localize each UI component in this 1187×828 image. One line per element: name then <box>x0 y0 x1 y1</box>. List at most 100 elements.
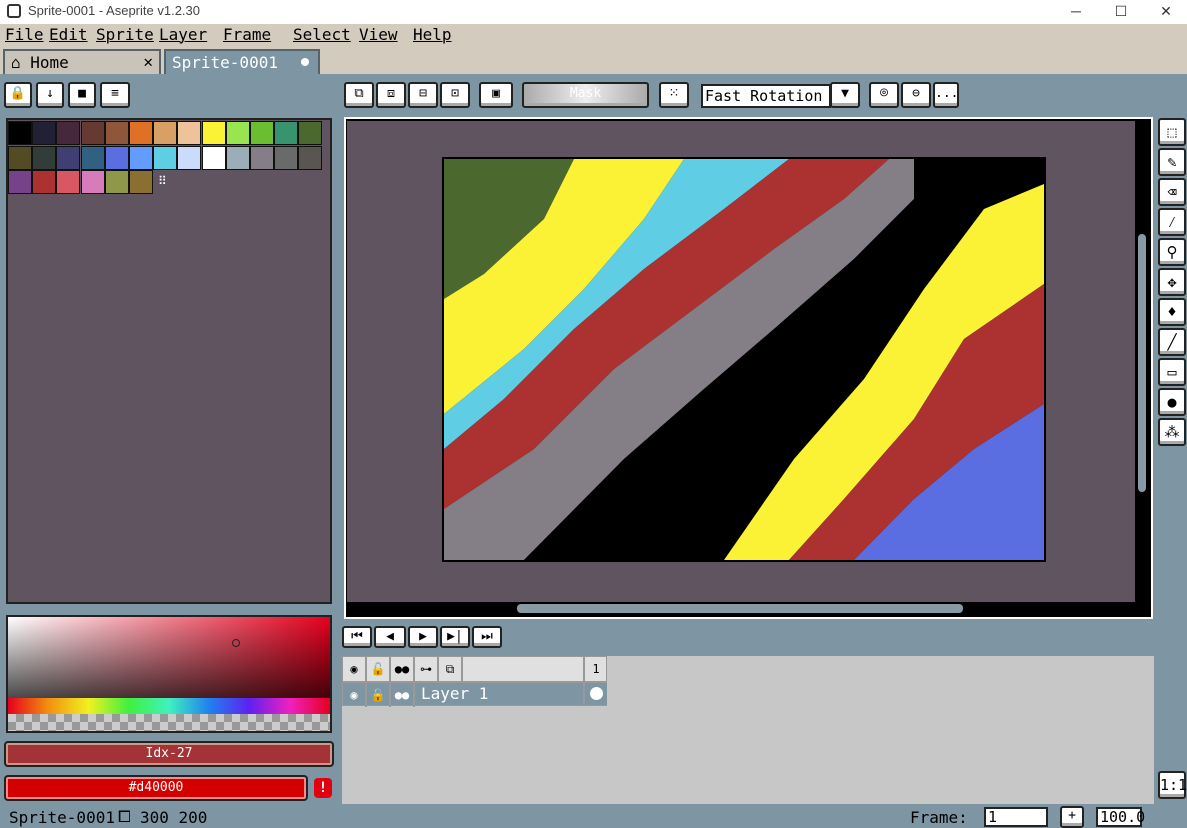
previous-frame-icon[interactable]: ◀ <box>374 626 406 648</box>
maximize-button[interactable]: ☐ <box>1098 0 1144 24</box>
palette-swatch[interactable] <box>225 121 250 145</box>
continuous-header-icon[interactable]: ●● <box>391 657 415 681</box>
chevron-down-icon[interactable]: ▼ <box>830 82 860 108</box>
frame-header[interactable]: 1 <box>583 657 607 681</box>
selection-intersect-icon[interactable]: ⊡ <box>440 82 470 108</box>
layer-visibility-icon[interactable]: ◉ <box>343 683 367 707</box>
palette-swatch[interactable] <box>32 170 57 194</box>
palette-swatch[interactable] <box>8 170 32 194</box>
menu-help[interactable]: Help <box>413 25 452 44</box>
layer-name[interactable]: Layer 1 <box>421 684 488 703</box>
layers-header-icon[interactable]: ⊶ <box>415 657 439 681</box>
layer-continuous-icon[interactable]: ●● <box>391 683 415 707</box>
palette-swatch[interactable] <box>250 145 274 170</box>
frame-input[interactable]: 1 <box>984 807 1048 827</box>
tab-sprite[interactable]: Sprite-0001 <box>164 49 320 74</box>
alpha-slider[interactable] <box>8 714 330 731</box>
menu-frame[interactable]: Frame <box>223 25 271 44</box>
selection-replace-icon[interactable]: ⧉ <box>344 82 374 108</box>
line-tool-icon[interactable]: ╱ <box>1158 328 1186 356</box>
sort-down-icon[interactable]: ↓ <box>36 82 64 108</box>
palette-swatch[interactable] <box>153 121 178 145</box>
palette-swatch[interactable] <box>129 170 153 194</box>
lock-header-icon[interactable]: 🔓 <box>367 657 391 681</box>
palette-swatch[interactable] <box>274 145 299 170</box>
cancel-transform-icon[interactable]: ⊖ <box>901 82 931 108</box>
menu-file[interactable]: File <box>5 25 44 44</box>
palette-swatch[interactable] <box>56 170 81 194</box>
sprite-canvas[interactable] <box>442 157 1046 562</box>
vertical-scrollbar[interactable] <box>1138 234 1146 492</box>
minimize-button[interactable]: ─ <box>1053 0 1099 24</box>
palette-swatch[interactable] <box>104 170 129 194</box>
drop-pixels-icon[interactable]: ⌾ <box>869 82 899 108</box>
paint-bucket-tool-icon[interactable]: ♦ <box>1158 298 1186 326</box>
palette-swatch[interactable] <box>104 121 129 145</box>
selection-subtract-icon[interactable]: ⊟ <box>408 82 438 108</box>
menu-edit[interactable]: Edit <box>49 25 88 44</box>
color-index-button[interactable]: Idx-27 <box>4 741 334 767</box>
palette-swatch[interactable] <box>250 121 274 145</box>
hue-slider[interactable] <box>8 698 330 714</box>
palette-swatch[interactable] <box>201 145 226 170</box>
cel-cell[interactable] <box>583 683 607 705</box>
palette-swatch[interactable] <box>225 145 250 170</box>
horizontal-scrollbar[interactable] <box>517 604 963 613</box>
first-frame-icon[interactable]: ⏮ <box>342 626 372 648</box>
layer-row[interactable]: ◉ 🔓 ●● Layer 1 <box>342 682 607 707</box>
actual-size-button[interactable]: 1:1 <box>1158 771 1187 799</box>
palette-swatch[interactable] <box>129 145 153 170</box>
next-frame-icon[interactable]: ▶| <box>440 626 470 648</box>
tab-home[interactable]: ⌂ Home ✕ <box>3 49 161 74</box>
rotation-algorithm-select[interactable]: Fast Rotation <box>701 84 831 108</box>
zoom-input[interactable]: 100.0 <box>1096 807 1145 827</box>
visibility-header-icon[interactable]: ◉ <box>343 657 367 681</box>
color-hex-button[interactable]: #d40000 <box>4 775 308 801</box>
more-options-button[interactable]: ... <box>933 82 959 108</box>
rectangle-tool-icon[interactable]: ▭ <box>1158 358 1186 386</box>
contour-tool-icon[interactable]: ● <box>1158 388 1186 416</box>
last-frame-icon[interactable]: ⏭ <box>472 626 502 648</box>
palette-swatch[interactable] <box>80 121 105 145</box>
pivot-icon[interactable]: ⁙ <box>659 82 689 108</box>
move-tool-icon[interactable]: ✥ <box>1158 268 1186 296</box>
menu-select[interactable]: Select <box>293 25 351 44</box>
tab-close-icon[interactable]: ✕ <box>143 52 153 71</box>
palette-extra-icon[interactable]: ⠿ <box>158 174 167 188</box>
menu-view[interactable]: View <box>359 25 398 44</box>
palette-swatch[interactable] <box>8 121 32 145</box>
palette-swatch[interactable] <box>104 145 129 170</box>
palette-swatch[interactable] <box>177 145 202 170</box>
eraser-tool-icon[interactable]: ⌫ <box>1158 178 1186 206</box>
blur-tool-icon[interactable]: ⁂ <box>1158 418 1186 446</box>
palette-swatch[interactable] <box>274 121 299 145</box>
lock-icon[interactable]: 🔒 <box>4 82 32 108</box>
palette-menu-icon[interactable]: ≡ <box>100 82 130 108</box>
zoom-tool-icon[interactable]: ⚲ <box>1158 238 1186 266</box>
warning-icon[interactable]: ! <box>314 778 332 798</box>
palette-swatch[interactable] <box>80 170 105 194</box>
menu-sprite[interactable]: Sprite <box>96 25 154 44</box>
palette-swatch[interactable] <box>177 121 202 145</box>
palette-swatch[interactable] <box>56 121 81 145</box>
palette-swatch[interactable] <box>298 121 323 145</box>
palette-swatch[interactable] <box>298 145 323 170</box>
close-button[interactable]: ✕ <box>1143 0 1187 24</box>
palette-swatch[interactable] <box>80 145 105 170</box>
menu-layer[interactable]: Layer <box>159 25 207 44</box>
pencil-tool-icon[interactable]: ✎ <box>1158 148 1186 176</box>
layer-lock-icon[interactable]: 🔓 <box>367 683 391 707</box>
mask-button[interactable]: Mask <box>522 82 649 108</box>
play-icon[interactable]: ▶ <box>408 626 438 648</box>
new-frame-icon[interactable]: + <box>1060 806 1084 828</box>
palette-swatch[interactable] <box>56 145 81 170</box>
selection-add-icon[interactable]: ⧈ <box>376 82 406 108</box>
palette-swatch[interactable] <box>32 121 57 145</box>
onion-skin-icon[interactable]: ⧉ <box>439 657 463 681</box>
palette-swatch[interactable] <box>32 145 57 170</box>
palette-swatch[interactable] <box>129 121 153 145</box>
palette-swatch[interactable] <box>8 145 32 170</box>
palette-swatch[interactable] <box>153 145 178 170</box>
palette-swatch[interactable] <box>201 121 226 145</box>
transparent-color-icon[interactable]: ▣ <box>479 82 513 108</box>
